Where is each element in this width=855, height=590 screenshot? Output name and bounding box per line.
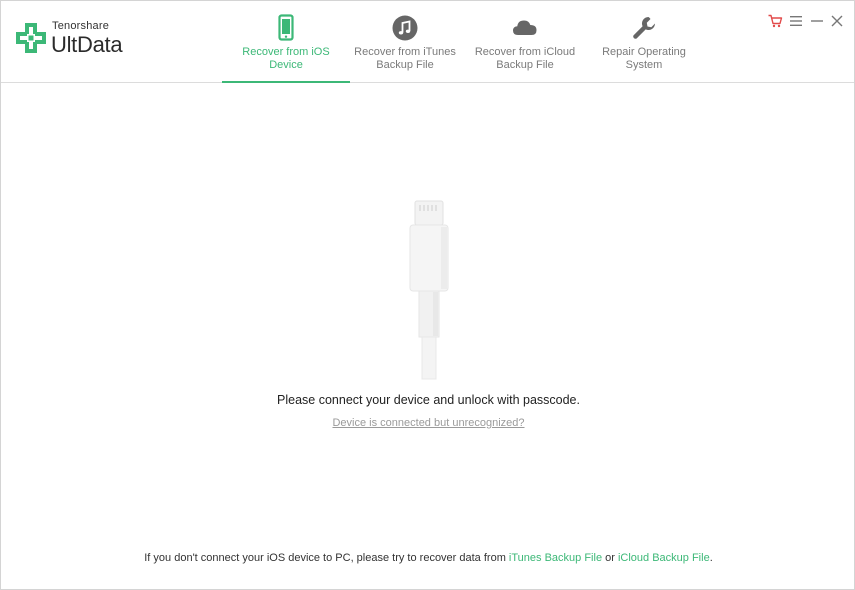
header-bar: Tenorshare UltData Recover from iOS Devi… bbox=[1, 1, 854, 83]
ultdata-logo-icon bbox=[16, 23, 46, 53]
tab-label: Repair Operating System bbox=[602, 46, 686, 71]
itunes-music-icon bbox=[392, 15, 418, 41]
device-unrecognized-link[interactable]: Device is connected but unrecognized? bbox=[332, 417, 524, 429]
cart-icon[interactable] bbox=[767, 13, 783, 29]
connect-device-message: Please connect your device and unlock wi… bbox=[277, 393, 580, 407]
tab-repair-operating-system[interactable]: Repair Operating System bbox=[580, 1, 708, 83]
footer-text-middle: or bbox=[602, 552, 618, 564]
itunes-backup-file-link[interactable]: iTunes Backup File bbox=[509, 552, 602, 564]
wrench-icon bbox=[633, 16, 656, 39]
app-window: Tenorshare UltData Recover from iOS Devi… bbox=[0, 0, 855, 590]
tab-recover-from-itunes-backup[interactable]: Recover from iTunes Backup File bbox=[341, 1, 469, 83]
phone-icon bbox=[278, 14, 294, 41]
footer-text-prefix: If you don't connect your iOS device to … bbox=[144, 552, 509, 564]
minimize-icon[interactable] bbox=[809, 13, 825, 29]
brand-product-name: UltData bbox=[51, 32, 123, 57]
icloud-backup-file-link[interactable]: iCloud Backup File bbox=[618, 552, 710, 564]
tab-recover-from-icloud-backup[interactable]: Recover from iCloud Backup File bbox=[461, 1, 589, 83]
menu-icon[interactable] bbox=[788, 13, 804, 29]
tab-recover-from-ios-device[interactable]: Recover from iOS Device bbox=[222, 1, 350, 83]
tab-label: Recover from iCloud Backup File bbox=[474, 46, 576, 71]
brand-company: Tenorshare bbox=[52, 20, 110, 32]
lightning-cable-icon bbox=[409, 200, 449, 380]
device-unrecognized-wrapper: Device is connected but unrecognized? bbox=[1, 417, 854, 429]
tab-label: Recover from iTunes Backup File bbox=[354, 46, 456, 71]
cloud-icon bbox=[513, 20, 537, 35]
footer-text-suffix: . bbox=[709, 552, 713, 564]
active-tab-indicator bbox=[222, 81, 350, 83]
tab-label: Recover from iOS Device bbox=[242, 46, 330, 71]
close-icon[interactable] bbox=[829, 13, 845, 29]
footer-note: If you don't connect your iOS device to … bbox=[1, 552, 854, 564]
